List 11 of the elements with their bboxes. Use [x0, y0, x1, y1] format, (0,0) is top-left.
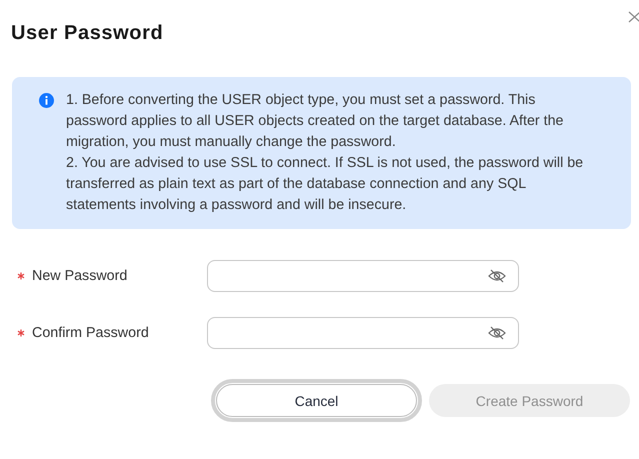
field-label: New Password [32, 268, 128, 284]
eye-off-icon[interactable] [488, 326, 506, 340]
field-label: Confirm Password [32, 325, 149, 341]
password-field[interactable] [207, 317, 519, 349]
info-icon [39, 93, 54, 108]
info-paragraph: 2. You are advised to use SSL to connect. If SSL is not used, the password will be transferred as plain text as part of the database connection and any SQL statements involving a password and will be insecure. [66, 154, 584, 215]
info-paragraph: 1. Before converting the USER object type, you must set a password. This password applies to all USER objects created on the target database. After the migration, you must manually change the password. [66, 91, 565, 152]
close-icon[interactable] [628, 11, 639, 23]
dialog-title: User Password [11, 22, 164, 44]
eye-off-icon[interactable] [488, 269, 506, 283]
password-field[interactable] [207, 260, 519, 292]
